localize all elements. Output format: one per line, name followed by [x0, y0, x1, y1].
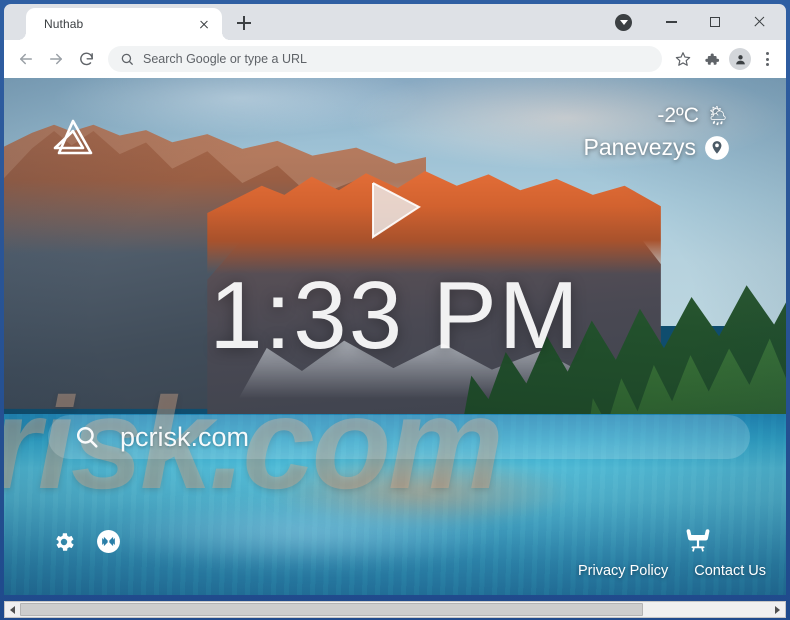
nuthab-triangle-logo-icon[interactable] — [49, 115, 97, 168]
tab-nuthab[interactable]: Nuthab — [26, 8, 222, 40]
arrow-right-icon[interactable] — [42, 45, 70, 73]
search-icon — [74, 424, 100, 450]
weather-location-row: Panevezys — [583, 134, 730, 161]
weather-widget[interactable]: -2ºC 🌦 Panevezys — [583, 104, 730, 161]
sun-behind-rain-cloud-icon: 🌦 — [705, 105, 730, 127]
play-triangle-icon[interactable] — [365, 179, 425, 246]
weather-temperature: -2ºC — [657, 104, 699, 127]
plus-icon[interactable] — [230, 9, 258, 37]
armchair-icon[interactable] — [684, 525, 712, 560]
scroll-right-arrow-icon[interactable] — [770, 602, 785, 617]
omnibox-placeholder-text: Search Google or type a URL — [143, 52, 307, 66]
window-controls — [615, 4, 786, 40]
arrow-left-icon[interactable] — [12, 45, 40, 73]
puzzle-icon[interactable] — [698, 46, 724, 72]
clock-time: 1:33 PM — [209, 262, 581, 369]
newtab-bottom-toolbar — [52, 529, 121, 554]
new-tab-page: risk.com -2ºC 🌦 Panevezys 1:33 PM pcrisk… — [4, 78, 786, 595]
star-icon[interactable] — [670, 46, 696, 72]
newtab-footer: Privacy Policy Contact Us — [578, 525, 766, 579]
privacy-policy-link[interactable]: Privacy Policy — [578, 563, 668, 579]
scroll-left-arrow-icon[interactable] — [5, 602, 20, 617]
browser-toolbar: Search Google or type a URL — [4, 40, 786, 78]
search-input[interactable]: Search Google or type a URL — [108, 46, 662, 72]
gear-settings-icon[interactable] — [52, 530, 76, 554]
scrollbar-track[interactable] — [20, 602, 770, 617]
minimize-icon[interactable] — [650, 7, 692, 37]
newtab-search-value: pcrisk.com — [120, 421, 250, 452]
search-icon — [120, 52, 134, 66]
newtab-search-input[interactable]: pcrisk.com — [48, 415, 750, 459]
person-avatar-icon[interactable] — [729, 48, 751, 70]
close-icon[interactable] — [738, 7, 780, 37]
map-pin-icon[interactable] — [704, 135, 730, 161]
expand-fullscreen-icon[interactable] — [96, 529, 121, 554]
browser-window: Nuthab Search Google or type a URL risk.… — [0, 0, 790, 620]
three-dots-menu-icon[interactable] — [756, 46, 778, 72]
weather-temperature-row: -2ºC 🌦 — [583, 104, 730, 128]
horizontal-scrollbar[interactable] — [4, 601, 786, 618]
contact-us-link[interactable]: Contact Us — [694, 563, 766, 579]
download-indicator-icon[interactable] — [615, 13, 632, 31]
footer-links: Privacy Policy Contact Us — [578, 563, 766, 579]
scrollbar-thumb[interactable] — [20, 603, 643, 616]
tab-title: Nuthab — [44, 17, 84, 31]
tab-strip: Nuthab — [4, 4, 786, 40]
weather-location: Panevezys — [583, 134, 696, 160]
reload-icon[interactable] — [72, 45, 100, 73]
maximize-icon[interactable] — [694, 7, 736, 37]
close-icon[interactable] — [196, 16, 212, 32]
